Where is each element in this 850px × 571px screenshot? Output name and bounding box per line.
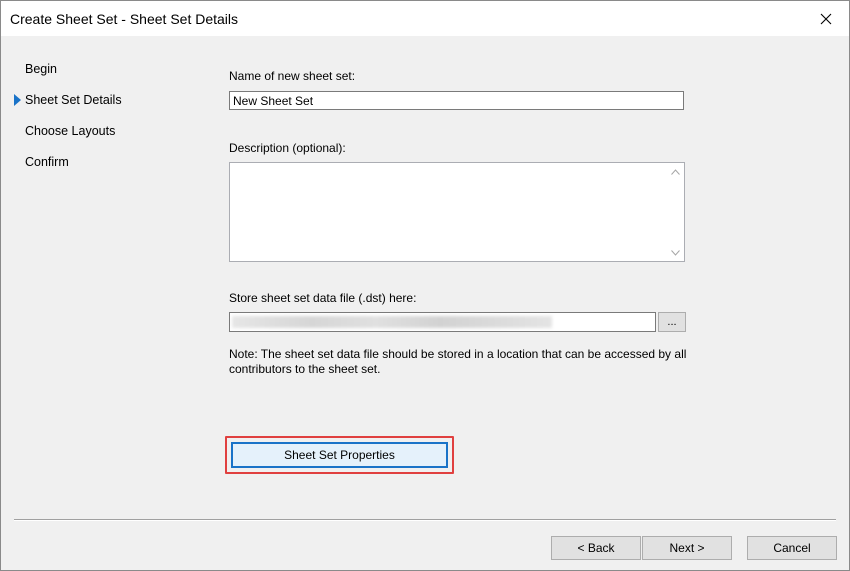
close-button[interactable] — [803, 1, 849, 36]
store-path-input[interactable] — [229, 312, 656, 332]
next-button[interactable]: Next > — [642, 536, 732, 560]
chevron-down-icon — [671, 249, 680, 256]
name-label: Name of new sheet set: — [229, 69, 356, 83]
description-textarea[interactable] — [230, 163, 667, 261]
scroll-down-button[interactable] — [667, 244, 684, 261]
step-begin: Begin — [25, 62, 57, 76]
description-scrollbar[interactable] — [667, 163, 684, 261]
description-label: Description (optional): — [229, 141, 346, 155]
dialog-title: Create Sheet Set - Sheet Set Details — [10, 11, 239, 27]
step-confirm: Confirm — [25, 155, 69, 169]
step-choose-layouts: Choose Layouts — [25, 124, 116, 138]
title-bar: Create Sheet Set - Sheet Set Details — [1, 1, 849, 36]
chevron-up-icon — [671, 168, 680, 175]
back-button[interactable]: < Back — [551, 536, 641, 560]
dialog-window: Create Sheet Set - Sheet Set Details Beg… — [0, 0, 850, 571]
redacted-path — [232, 316, 552, 328]
storage-note: Note: The sheet set data file should be … — [229, 347, 687, 376]
store-location-label: Store sheet set data file (.dst) here: — [229, 291, 417, 305]
cancel-button[interactable]: Cancel — [747, 536, 837, 560]
description-field[interactable] — [229, 162, 685, 262]
scroll-up-button[interactable] — [667, 163, 684, 180]
sheet-set-name-input[interactable] — [229, 91, 684, 110]
sheet-set-properties-button[interactable]: Sheet Set Properties — [231, 442, 448, 468]
footer-separator — [14, 519, 836, 521]
current-step-arrow-icon — [14, 94, 21, 106]
step-sheet-set-details: Sheet Set Details — [25, 93, 122, 107]
browse-button[interactable]: ... — [658, 312, 686, 332]
close-icon — [820, 13, 832, 24]
